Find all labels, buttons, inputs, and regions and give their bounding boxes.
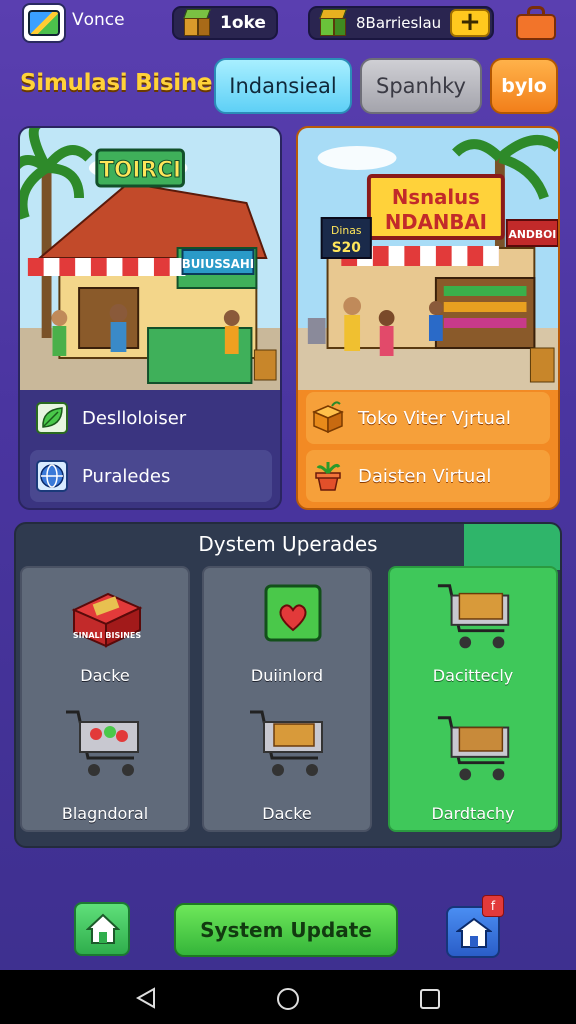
- resource-counter-1: 1oke: [172, 6, 278, 40]
- business-card-right[interactable]: Nsnalus NDANBAI Dinas S20 ANDBOI Toko Vi…: [296, 126, 560, 510]
- shopping-cart-icon: [66, 710, 139, 776]
- price-sign-line-2: S20: [332, 240, 361, 256]
- shop-sign-text: TOIRCI: [99, 158, 181, 183]
- shopping-cart-icon: [250, 710, 323, 776]
- coins-box-icon: [318, 9, 348, 37]
- upgrade-tile-2-top-label: Duiinlord: [250, 666, 324, 685]
- app-name: Vоnce: [72, 10, 125, 30]
- upgrade-tile-2-bottom-label: Dacke: [262, 804, 312, 823]
- upgrade-tile-1[interactable]: SINALI BISINES Dacke Blagndoral: [20, 566, 190, 832]
- card-right-row-2-label: Daisten Virtual: [358, 465, 492, 487]
- cube-icon: [182, 9, 212, 37]
- store-icon: [456, 917, 492, 948]
- home-button[interactable]: [74, 902, 130, 956]
- top-bar: Vоnce 1oke 8Barrieslau +: [0, 0, 576, 48]
- store-sign-line-1: Nsnalus: [392, 186, 480, 209]
- resource-counter-2: 8Barrieslau +: [308, 6, 494, 40]
- card-right-row-1-label: Toko Viter Vjrtual: [358, 407, 511, 429]
- resource-2-value: 8Barrieslau: [356, 14, 442, 32]
- virtual-store-illustration: Nsnalus NDANBAI Dinas S20 ANDBOI: [298, 128, 558, 390]
- tab-spanhky[interactable]: Spanhky: [360, 58, 482, 114]
- card-left-row-1[interactable]: Deslloloiser: [30, 392, 272, 444]
- back-icon[interactable]: [134, 986, 158, 1010]
- recents-icon[interactable]: [418, 987, 442, 1011]
- store-sign-line-2: NDANBAI: [385, 211, 487, 234]
- heart-card-icon: [264, 584, 322, 642]
- card-left-row-1-label: Deslloloiser: [82, 407, 187, 429]
- upgrade-tile-3-top-label: Dacittecly: [432, 666, 514, 685]
- shopping-cart-icon: [437, 716, 510, 781]
- system-upgrades-panel: Dystem Uperades SINALI BISINES Dacke Bla…: [14, 522, 562, 848]
- resource-1-value: 1oke: [220, 13, 266, 33]
- upgrade-tile-3[interactable]: Dacittecly Dardtachy: [388, 566, 558, 832]
- system-nav-bar: [0, 970, 576, 1024]
- business-crate-icon: SINALI BISINES: [71, 592, 143, 648]
- price-sign-line-1: Dinas: [331, 224, 362, 237]
- home-icon: [86, 913, 120, 944]
- home-nav-icon[interactable]: [275, 986, 301, 1012]
- local-shop-illustration: TOIRCI BUIUSSAHI: [20, 128, 280, 390]
- upgrade-tile-2[interactable]: Duiinlord Dacke: [202, 566, 372, 832]
- upgrade-tile-1-top-label: Dacke: [80, 666, 130, 685]
- upgrade-tile-1-bottom-label: Blagndoral: [61, 804, 149, 823]
- tab-indansieal[interactable]: Indansieal: [214, 58, 352, 114]
- app-icon[interactable]: [22, 3, 66, 43]
- shopping-cart-icon: [437, 584, 510, 649]
- crate-icon: [312, 401, 344, 434]
- page-title: Simulasi Bisineis: [20, 70, 234, 96]
- add-currency-button[interactable]: +: [450, 9, 490, 37]
- globe-icon: [36, 460, 68, 492]
- card-right-row-2[interactable]: Daisten Virtual: [306, 450, 550, 502]
- system-update-button[interactable]: System Update: [174, 903, 398, 957]
- shop-bag-icon[interactable]: [516, 6, 556, 40]
- crate-label-text: SINALI BISINES: [73, 631, 141, 640]
- upgrade-tile-3-bottom-label: Dardtachy: [431, 804, 515, 823]
- leaf-icon: [36, 402, 68, 434]
- plant-pot-icon: [315, 462, 341, 491]
- tab-bylo[interactable]: bylo: [490, 58, 558, 114]
- business-card-left[interactable]: TOIRCI BUIUSSAHI Deslloloiser Puraledes: [18, 126, 282, 510]
- card-right-row-1[interactable]: Toko Viter Vjrtual: [306, 392, 550, 444]
- side-sign-text: ANDBOI: [508, 228, 556, 241]
- upgrades-title: Dystem Uperades: [198, 532, 378, 556]
- notification-badge: f: [482, 895, 504, 917]
- card-left-row-2[interactable]: Puraledes: [30, 450, 272, 502]
- card-left-row-2-label: Puraledes: [82, 465, 171, 487]
- stall-sign-text: BUIUSSAHI: [182, 257, 254, 271]
